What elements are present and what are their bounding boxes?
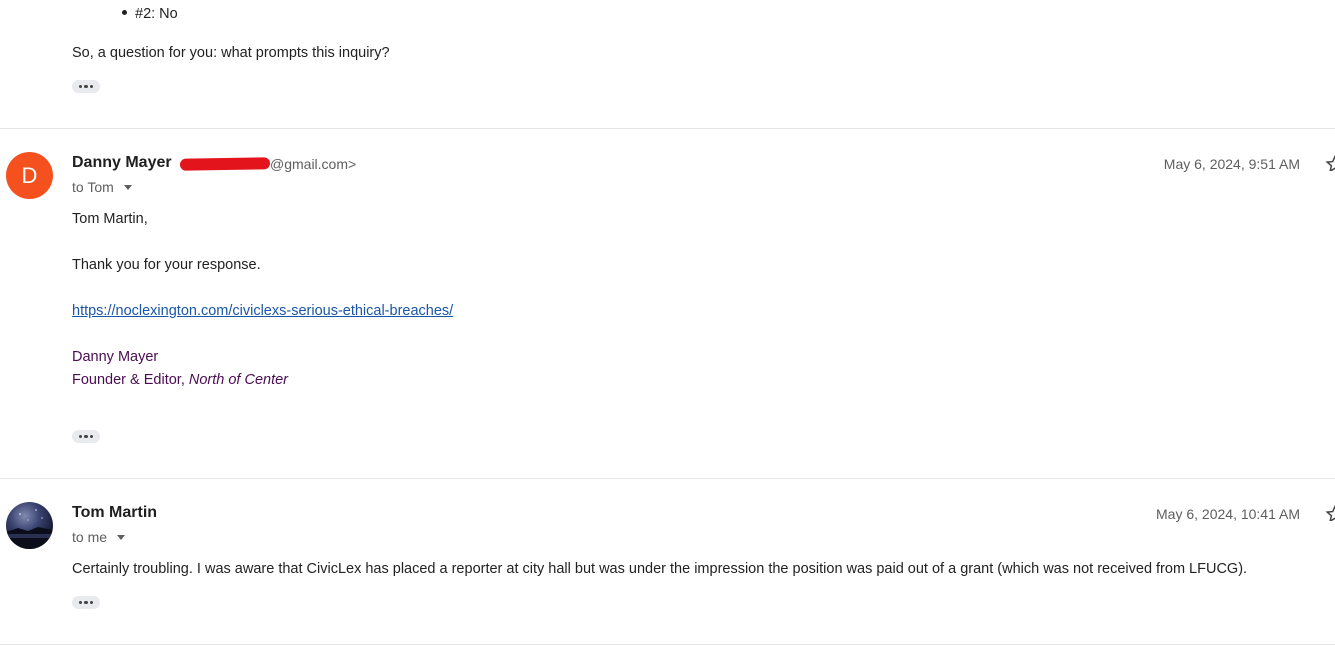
recipient-label: to me [72,529,108,545]
message-body: Certainly troubling. I was aware that Ci… [72,561,1248,577]
bullet-text: #2: No [135,6,178,22]
recipient-details-toggle[interactable]: to me [72,529,126,545]
more-icon [78,84,83,89]
avatar[interactable] [6,502,53,549]
show-trimmed-content-button[interactable] [72,80,100,93]
more-icon [78,434,83,439]
message-divider [0,644,1335,645]
message-divider [0,128,1335,129]
show-trimmed-content-button[interactable] [72,430,100,443]
show-trimmed-content-button[interactable] [72,596,100,609]
article-link[interactable]: https://noclexington.com/civiclexs-serio… [72,303,453,319]
recipient-details-toggle[interactable]: to Tom [72,179,132,195]
signature-role: Founder & Editor, [72,372,189,388]
message-body: Thank you for your response. [72,257,261,273]
more-icon [78,600,83,605]
signature-title: Founder & Editor, North of Center [72,372,288,388]
bullet-item: #2: No [122,6,178,22]
redaction-mark [179,157,271,171]
message-divider [0,478,1335,479]
message-body: So, a question for you: what prompts thi… [72,45,390,61]
signature-name: Danny Mayer [72,349,159,365]
chevron-down-icon [117,534,126,540]
star-icon[interactable] [1325,155,1335,171]
avatar[interactable]: D [6,152,53,199]
sender-name[interactable]: Tom Martin [72,504,157,522]
message-date: May 6, 2024, 10:41 AM [1156,506,1300,522]
bullet-dot [122,9,127,15]
message-date: May 6, 2024, 9:51 AM [1163,156,1300,172]
sender-name[interactable]: Danny Mayer [72,154,172,172]
message-greeting: Tom Martin, [72,211,148,227]
signature-org: North of Center [188,372,289,388]
recipient-label: to Tom [72,179,114,195]
chevron-down-icon [123,184,132,190]
sender-email: @gmail.com> [270,156,357,172]
star-icon[interactable] [1325,505,1335,521]
